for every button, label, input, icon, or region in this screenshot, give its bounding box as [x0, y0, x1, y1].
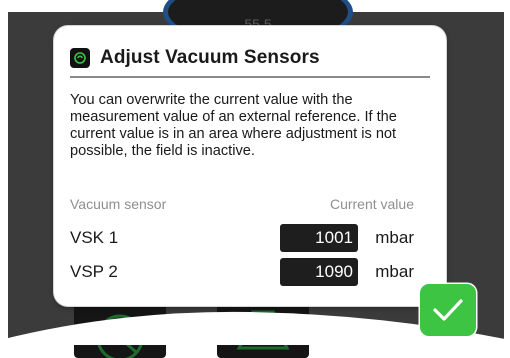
sensor-row-vsp2: VSP 2 1090 mbar	[70, 258, 414, 286]
unit-label: mbar	[375, 228, 414, 247]
header-divider	[70, 76, 430, 78]
sensor-name: VSK 1	[70, 228, 119, 247]
sensor-name: VSP 2	[70, 262, 118, 281]
column-header-vacuum-sensor: Vacuum sensor	[70, 196, 167, 212]
current-value-field-vsk1[interactable]: 1001	[280, 224, 358, 252]
confirm-button[interactable]	[420, 284, 476, 336]
sensor-row-vsk1: VSK 1 1001 mbar	[70, 224, 414, 252]
app-icon	[70, 48, 90, 68]
dialog-header: Adjust Vacuum Sensors	[70, 40, 430, 76]
adjust-vacuum-sensors-dialog: Adjust Vacuum Sensors You can overwrite …	[54, 26, 446, 306]
unit-label: mbar	[375, 262, 414, 281]
dialog-title: Adjust Vacuum Sensors	[100, 47, 320, 68]
column-header-current-value: Current value	[329, 196, 414, 212]
dialog-description: You can overwrite the current value with…	[70, 92, 397, 159]
checkmark-icon	[433, 299, 463, 321]
current-value-field-vsp2[interactable]: 1090	[280, 258, 358, 286]
